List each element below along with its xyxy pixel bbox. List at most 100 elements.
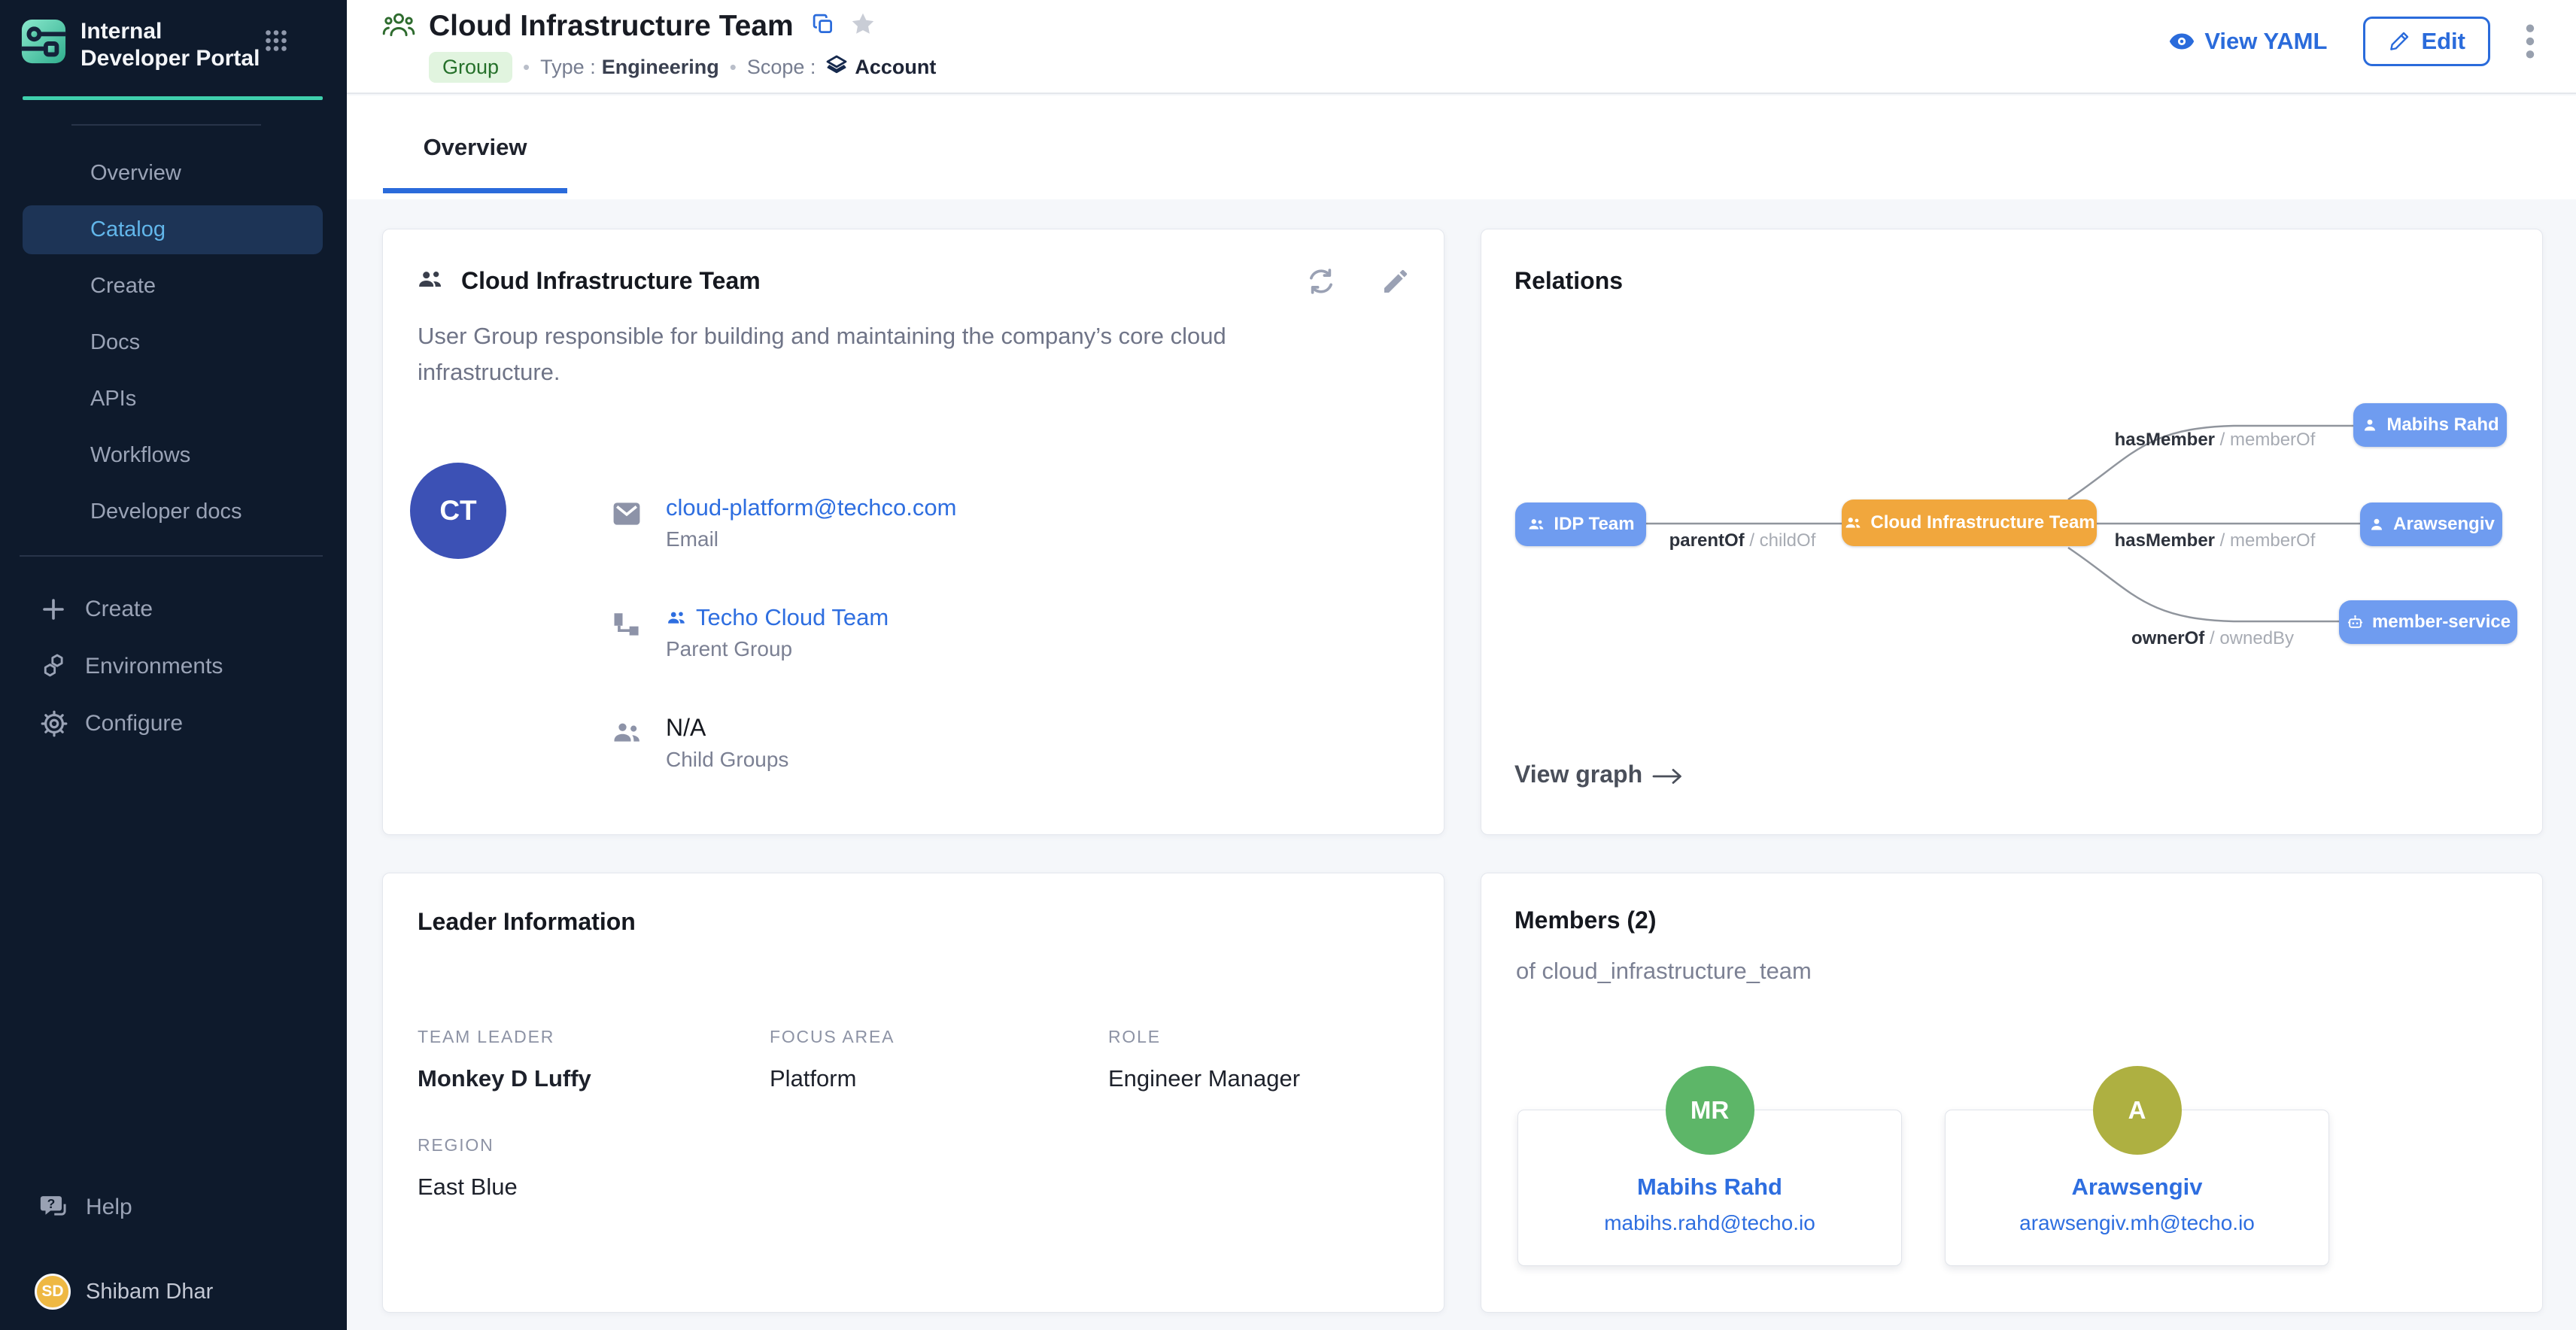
- sidebar-item-workflows[interactable]: Workflows: [0, 427, 347, 484]
- relation-node-cloud-infrastructure-team[interactable]: Cloud Infrastructure Team: [1842, 500, 2097, 546]
- help-label: Help: [86, 1195, 132, 1220]
- sidebar-item-create[interactable]: Create: [0, 258, 347, 314]
- field-label: ROLE: [1108, 1027, 1300, 1047]
- tab-overview[interactable]: Overview: [383, 96, 567, 199]
- parent-group-link[interactable]: Techo Cloud Team: [666, 604, 889, 631]
- member-name-link[interactable]: Arawsengiv: [1946, 1174, 2328, 1201]
- apps-grid-icon[interactable]: [263, 27, 290, 58]
- nav-divider: [20, 555, 323, 557]
- group-icon: [416, 264, 446, 298]
- member-tile: A Arawsengiv arawsengiv.mh@techo.io: [1945, 1110, 2329, 1266]
- sidebar-action-environments[interactable]: Environments: [0, 638, 347, 695]
- active-tab-indicator: [383, 188, 567, 193]
- entity-meta: Group • Type : Engineering • Scope : Acc…: [429, 52, 936, 83]
- field-value: Monkey D Luffy: [418, 1065, 770, 1092]
- members-card: Members (2) of cloud_infrastructure_team…: [1481, 873, 2543, 1313]
- field-value: Engineer Manager: [1108, 1065, 1300, 1092]
- field-label: FOCUS AREA: [770, 1027, 1108, 1047]
- people-icon: [1843, 513, 1863, 533]
- member-avatar: A: [2093, 1066, 2182, 1155]
- member-email-link[interactable]: arawsengiv.mh@techo.io: [1946, 1211, 2328, 1235]
- layers-icon: [825, 53, 849, 81]
- copy-icon[interactable]: [812, 13, 834, 39]
- type-value: Engineering: [602, 56, 719, 79]
- field-team-leader: TEAM LEADER Monkey D Luffy: [418, 1027, 770, 1092]
- member-email-link[interactable]: mabihs.rahd@techo.io: [1518, 1211, 1901, 1235]
- team-email-link[interactable]: cloud-platform@techco.com: [666, 494, 956, 521]
- edit-button[interactable]: Edit: [2363, 17, 2490, 66]
- brand-accent-bar: [23, 96, 323, 100]
- refresh-icon[interactable]: [1305, 266, 1337, 297]
- edit-card-icon[interactable]: [1381, 266, 1411, 296]
- view-graph-link[interactable]: View graph: [1514, 761, 1684, 788]
- view-yaml-button[interactable]: View YAML: [2168, 28, 2327, 55]
- bot-icon: [2346, 613, 2365, 632]
- sidebar-item-apis[interactable]: APIs: [0, 371, 347, 427]
- more-options-icon[interactable]: [2522, 22, 2538, 61]
- node-label: Mabihs Rahd: [2386, 414, 2499, 436]
- field-role: ROLE Engineer Manager: [1108, 1027, 1300, 1092]
- member-name-link[interactable]: Mabihs Rahd: [1518, 1174, 1901, 1201]
- tab-bar: Overview: [347, 96, 2576, 199]
- sidebar-action-label: Configure: [85, 711, 183, 736]
- parent-group-label: Parent Group: [666, 637, 889, 661]
- card-title: Members (2): [1514, 906, 1657, 934]
- field-label: REGION: [418, 1135, 518, 1155]
- scope-value: Account: [855, 56, 936, 79]
- sidebar-action-label: Create: [85, 597, 153, 622]
- child-groups-row: N/A Child Groups: [610, 714, 956, 789]
- relation-node-member-service[interactable]: member-service: [2339, 600, 2517, 644]
- node-label: IDP Team: [1554, 514, 1634, 535]
- user-name: Shibam Dhar: [86, 1280, 213, 1304]
- team-avatar: CT: [410, 463, 506, 559]
- team-info-card: Cloud Infrastructure Team User Group res…: [382, 229, 1444, 835]
- edge-label-hasmember-mid: hasMember / memberOf: [2115, 530, 2316, 551]
- field-region: REGION East Blue: [418, 1135, 518, 1201]
- hexagons-icon: [40, 652, 68, 681]
- person-icon: [2368, 515, 2386, 533]
- relation-node-idp-team[interactable]: IDP Team: [1515, 503, 1646, 546]
- member-avatar: MR: [1666, 1066, 1754, 1155]
- eye-icon: [2168, 28, 2195, 55]
- node-label: member-service: [2372, 612, 2511, 633]
- sidebar-spacer: [0, 752, 347, 1179]
- relations-card: Relations IDP Team: [1481, 229, 2543, 835]
- hierarchy-icon: [610, 607, 643, 644]
- field-value: East Blue: [418, 1174, 518, 1201]
- field-value: Platform: [770, 1065, 1108, 1092]
- relation-node-arawsengiv[interactable]: Arawsengiv: [2360, 503, 2502, 546]
- sidebar: Internal Developer Portal Overview Catal…: [0, 0, 347, 1330]
- team-description: User Group responsible for building and …: [418, 318, 1268, 390]
- relation-node-mabihs-rahd[interactable]: Mabihs Rahd: [2353, 403, 2507, 447]
- help-button[interactable]: ? Help: [0, 1179, 347, 1236]
- sidebar-item-developer-docs[interactable]: Developer docs: [0, 484, 347, 540]
- arrow-right-icon: [1651, 767, 1684, 786]
- pencil-icon: [2388, 30, 2410, 53]
- node-label: Cloud Infrastructure Team: [1870, 512, 2095, 533]
- brand: Internal Developer Portal: [0, 0, 347, 86]
- sidebar-item-catalog[interactable]: Catalog: [23, 205, 323, 254]
- sidebar-action-label: Environments: [85, 654, 223, 679]
- tab-label: Overview: [424, 134, 527, 161]
- view-graph-label: View graph: [1514, 761, 1642, 788]
- parent-group-name: Techo Cloud Team: [696, 604, 889, 631]
- email-icon: [610, 497, 643, 534]
- leader-info-card: Leader Information TEAM LEADER Monkey D …: [382, 873, 1444, 1313]
- sidebar-action-configure[interactable]: Configure: [0, 695, 347, 752]
- header-left: Cloud Infrastructure Team Group • Type :…: [347, 0, 936, 93]
- members-subtitle: of cloud_infrastructure_team: [1516, 958, 1812, 985]
- field-focus-area: FOCUS AREA Platform: [770, 1027, 1108, 1092]
- favorite-star-icon[interactable]: [849, 11, 876, 41]
- plus-icon: [40, 595, 68, 624]
- sidebar-item-docs[interactable]: Docs: [0, 314, 347, 371]
- edge-label-hasmember-top: hasMember / memberOf: [2115, 430, 2316, 451]
- sidebar-action-create[interactable]: Create: [0, 581, 347, 638]
- sidebar-item-overview[interactable]: Overview: [0, 145, 347, 202]
- user-menu[interactable]: SD Shibam Dhar: [0, 1263, 347, 1320]
- kind-badge: Group: [429, 52, 512, 83]
- svg-text:?: ?: [47, 1196, 56, 1211]
- edit-label: Edit: [2421, 28, 2465, 55]
- edge-label-ownerof: ownerOf / ownedBy: [2131, 628, 2294, 649]
- email-row: cloud-platform@techco.com Email: [610, 494, 956, 569]
- email-label: Email: [666, 527, 956, 551]
